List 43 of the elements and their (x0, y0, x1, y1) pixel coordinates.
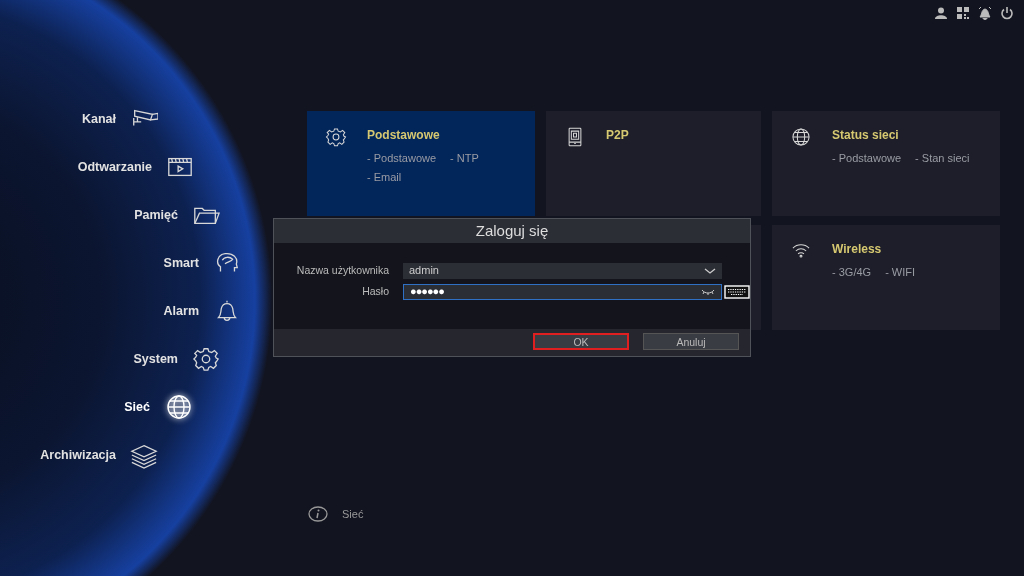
field-label: Hasło (361, 283, 390, 299)
submenu-link[interactable]: - Email (367, 168, 402, 185)
dialog-button[interactable]: OK (533, 333, 629, 350)
tile-title: Status sieci (832, 127, 900, 144)
settings-icon (192, 345, 220, 373)
submenu-link[interactable]: - Podstawowe (832, 150, 902, 167)
tile-title: Podstawowe (367, 127, 441, 144)
dialog-title: Zaloguj się (274, 219, 750, 243)
keyboard-icon[interactable] (724, 284, 750, 299)
sidebar-item[interactable]: Alarm (163, 301, 199, 321)
username-dropdown[interactable]: admin (403, 262, 722, 279)
menu-tile[interactable]: Podstawowe - Podstawowe - NTP - Email (307, 111, 535, 216)
user-icon[interactable] (934, 6, 948, 20)
sidebar-item[interactable]: Smart (163, 253, 199, 273)
submenu-link[interactable]: - NTP (450, 150, 479, 167)
dialog-button[interactable]: Anuluj (643, 333, 739, 350)
chevron-down-icon (704, 266, 716, 275)
sidebar-item[interactable]: System (133, 349, 178, 369)
settings-icon (325, 126, 347, 148)
sidebar-item[interactable]: Pamięć (134, 205, 178, 225)
submenu-link[interactable]: - WIFI (885, 264, 916, 281)
globe-icon (164, 392, 194, 422)
menu-tile[interactable]: Status sieci - Podstawowe - Stan sieci (772, 111, 1000, 216)
sidebar-item[interactable]: Archiwizacja (40, 445, 116, 465)
alarm-bell-icon[interactable] (978, 6, 992, 20)
info-icon (308, 506, 328, 523)
sidebar-item[interactable]: Sieć (124, 397, 150, 417)
sidebar-item[interactable]: Kanał (81, 109, 116, 129)
sidebar-item[interactable]: Odtwarzanie (77, 157, 152, 177)
status-text: Sieć (342, 507, 364, 522)
submenu-link[interactable]: - Podstawowe (367, 150, 437, 167)
tile-title: P2P (606, 127, 629, 144)
eye-closed-icon[interactable] (701, 287, 715, 296)
power-icon[interactable] (1000, 6, 1014, 20)
tile-title: Wireless (832, 241, 883, 258)
submenu-link[interactable]: - Stan sieci (915, 150, 970, 167)
field-label: Nazwa użytkownika (295, 262, 390, 278)
menu-tile[interactable]: Wireless - 3G/4G - WIFI (772, 225, 1000, 330)
password-field[interactable]: ●●●●●● (403, 283, 722, 300)
submenu-link[interactable]: - 3G/4G (832, 264, 872, 281)
globe-icon (790, 126, 812, 148)
menu-tile[interactable]: P2P (546, 111, 761, 216)
qr-code-icon[interactable] (956, 6, 970, 20)
